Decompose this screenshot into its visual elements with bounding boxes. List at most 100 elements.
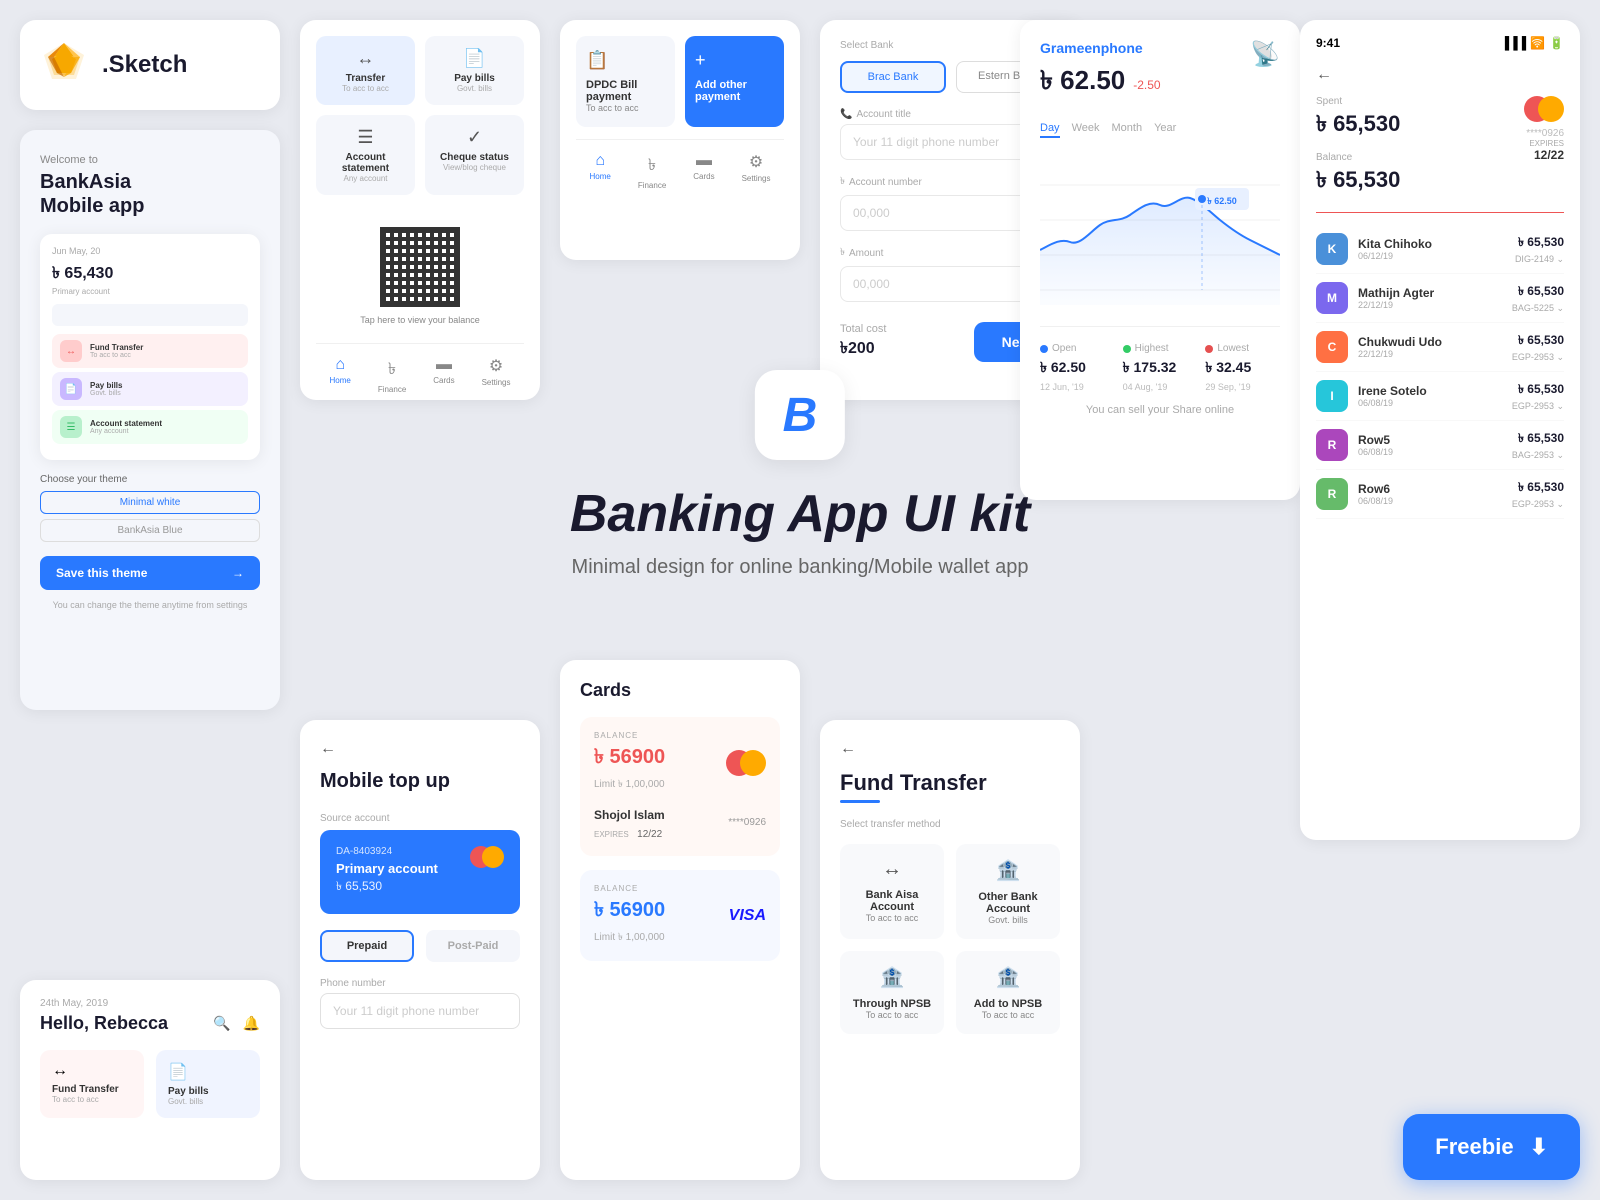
fund-transfer-title: Fund Transfer <box>840 770 1060 796</box>
tx-amount-5: ৳ 65,530 <box>1512 479 1564 499</box>
tx-id-1[interactable]: BAG-5225 ⌄ <box>1512 303 1564 314</box>
stat-highest: Highest ৳ 175.32 04 Aug, '19 <box>1123 343 1198 392</box>
dpdc-nav-cards[interactable]: ▬Cards <box>693 152 714 190</box>
ft-method-npsb[interactable]: 🏦 Through NPSB To acc to acc <box>840 951 944 1034</box>
transfer-item-cheque[interactable]: ✓ Cheque status View/blog cheque <box>425 115 524 195</box>
sketch-app-name: .Sketch <box>102 51 187 79</box>
pa-name: Primary account <box>336 861 438 876</box>
transfer-panel: ↔ Transfer To acc to acc 📄 Pay bills Gov… <box>300 20 540 400</box>
theme-label: Choose your theme <box>40 474 260 485</box>
hello-action-icons: 🔍 🔔 <box>213 1015 260 1032</box>
phone-balance: ৳ 65,430 <box>52 260 248 287</box>
dpdc-nav-home[interactable]: ⌂Home <box>589 152 610 190</box>
card1-top-row: BALANCE ৳ 56900 Limit ৳ 1,00,000 <box>594 731 766 794</box>
period-year[interactable]: Year <box>1154 120 1176 138</box>
dpdc-nav-settings[interactable]: ⚙Settings <box>742 152 771 190</box>
bell-icon[interactable]: 🔔 <box>243 1015 260 1032</box>
highest-dot <box>1123 345 1131 353</box>
fund-transfer-back[interactable]: ← <box>840 740 1060 758</box>
visa-card-item[interactable]: BALANCE ৳ 56900 Limit ৳ 1,00,000 VISA <box>580 870 780 961</box>
phone-input[interactable]: Your 11 digit phone number <box>320 993 520 1029</box>
fund-icon: ↔ <box>60 340 82 362</box>
dpdc-nav-finance[interactable]: ৳Finance <box>638 152 666 190</box>
nav-settings[interactable]: ⚙Settings <box>482 356 511 394</box>
search-icon[interactable]: 🔍 <box>213 1015 230 1032</box>
ft-method-other-bank[interactable]: 🏦 Other Bank Account Govt. bills <box>956 844 1060 939</box>
phone-date: Jun May, 20 <box>52 246 248 256</box>
period-day[interactable]: Day <box>1040 120 1060 138</box>
bills-grid-label: Pay bills <box>435 73 514 84</box>
bankasia-title: BankAsiaMobile app <box>40 170 260 218</box>
wifi-icon: 🛜 <box>1530 36 1545 50</box>
save-theme-button[interactable]: Save this theme → <box>40 556 260 590</box>
transfer-item-transfer[interactable]: ↔ Transfer To acc to acc <box>316 36 415 105</box>
action-pay-bills[interactable]: 📄 Pay bills Govt. bills <box>156 1050 260 1118</box>
cards-icon-2: ▬ <box>693 152 714 170</box>
cc-balance-label: Balance <box>1316 152 1400 163</box>
mobile-topup-card: ← Mobile top up Source account DA-840392… <box>300 720 540 1180</box>
theme-blue[interactable]: BankAsia Blue <box>40 519 260 542</box>
tx-id-5[interactable]: EGP-2953 ⌄ <box>1512 499 1564 510</box>
brac-bank-btn[interactable]: Brac Bank <box>840 61 946 93</box>
ft-method-bank-aisa[interactable]: ↔ Bank Aisa Account To acc to acc <box>840 844 944 939</box>
bank-aisa-icon: ↔ <box>850 858 934 881</box>
postpaid-button[interactable]: Post-Paid <box>426 930 520 962</box>
tx-date-3: 06/08/19 <box>1358 398 1502 408</box>
statement-grid-icon: ☰ <box>326 127 405 148</box>
period-week[interactable]: Week <box>1072 120 1100 138</box>
tx-back-arrow[interactable]: ← <box>1316 66 1564 84</box>
theme-minimal[interactable]: Minimal white <box>40 491 260 514</box>
tx-amount-3: ৳ 65,530 <box>1512 381 1564 401</box>
nav-cards[interactable]: ▬Cards <box>433 356 454 394</box>
mastercard-icon <box>470 846 504 868</box>
transfer-item-statement[interactable]: ☰ Account statement Any account <box>316 115 415 195</box>
source-account-label: Source account <box>320 813 520 824</box>
transfer-item-bills[interactable]: 📄 Pay bills Govt. bills <box>425 36 524 105</box>
hero-title: Banking App UI kit <box>570 484 1030 544</box>
tx-id-3[interactable]: EGP-2953 ⌄ <box>1512 401 1564 412</box>
tx-id-4[interactable]: BAG-2953 ⌄ <box>1512 450 1564 461</box>
action-bills-sub: Govt. bills <box>168 1097 248 1106</box>
nav-home[interactable]: ⌂Home <box>329 356 350 394</box>
credit-card-item[interactable]: BALANCE ৳ 56900 Limit ৳ 1,00,000 Shojol … <box>580 717 780 856</box>
cards-title: Cards <box>580 680 780 701</box>
bottom-nav-transfer: ⌂Home ৳Finance ▬Cards ⚙Settings <box>316 343 524 394</box>
stat-open: Open ৳ 62.50 12 Jun, '19 <box>1040 343 1115 392</box>
bills-icon: 📄 <box>168 1062 248 1082</box>
nav-finance[interactable]: ৳Finance <box>378 356 406 394</box>
sketch-card: .Sketch <box>20 20 280 110</box>
topup-back-arrow[interactable]: ← <box>320 740 520 758</box>
visa-logo: VISA <box>729 907 766 925</box>
tx-id-0[interactable]: DIG-2149 ⌄ <box>1515 254 1564 265</box>
hello-actions: ↔ Fund Transfer To acc to acc 📄 Pay bill… <box>40 1050 260 1118</box>
status-bar: 9:41 ▐▐▐ 🛜 🔋 <box>1316 36 1564 50</box>
ft-method-add-npsb[interactable]: 🏦 Add to NPSB To acc to acc <box>956 951 1060 1034</box>
dpdc-bill-item[interactable]: 📋 DPDC Bill payment To acc to acc <box>576 36 675 127</box>
bankasia-welcome: Welcome to <box>40 154 260 166</box>
tx-name-2: Chukwudi Udo <box>1358 335 1502 349</box>
stat-highest-type: Highest <box>1123 343 1198 354</box>
transfer-grid: ↔ Transfer To acc to acc 📄 Pay bills Gov… <box>316 36 524 195</box>
period-month[interactable]: Month <box>1111 120 1142 138</box>
amount-currency-icon: ৳ <box>840 245 845 262</box>
tx-date-5: 06/08/19 <box>1358 496 1502 506</box>
card1-number: ****0926 <box>728 817 766 828</box>
account-type-row: Prepaid Post-Paid <box>320 930 520 962</box>
transaction-list: K Kita Chihoko 06/12/19 ৳ 65,530 DIG-214… <box>1316 225 1564 519</box>
action-fund-transfer[interactable]: ↔ Fund Transfer To acc to acc <box>40 1050 144 1118</box>
tx-avatar-4: R <box>1316 429 1348 461</box>
npsb-sub: To acc to acc <box>850 1010 934 1020</box>
signal-icon: ▐▐▐ <box>1501 36 1527 50</box>
tx-avatar-2: C <box>1316 331 1348 363</box>
qr-code[interactable] <box>380 227 460 307</box>
freebie-button[interactable]: Freebie ⬇ <box>1403 1114 1580 1180</box>
cheque-grid-icon: ✓ <box>435 127 514 148</box>
stock-price: ৳ 62.50 <box>1040 60 1125 104</box>
prepaid-button[interactable]: Prepaid <box>320 930 414 962</box>
tx-id-2[interactable]: EGP-2953 ⌄ <box>1512 352 1564 363</box>
tx-avatar-3: I <box>1316 380 1348 412</box>
cards-icon: ▬ <box>433 356 454 374</box>
dpdc-add-payment-item[interactable]: + Add other payment <box>685 36 784 127</box>
stock-sell-note: You can sell your Share online <box>1040 404 1280 416</box>
phone-search-bar <box>52 304 248 326</box>
